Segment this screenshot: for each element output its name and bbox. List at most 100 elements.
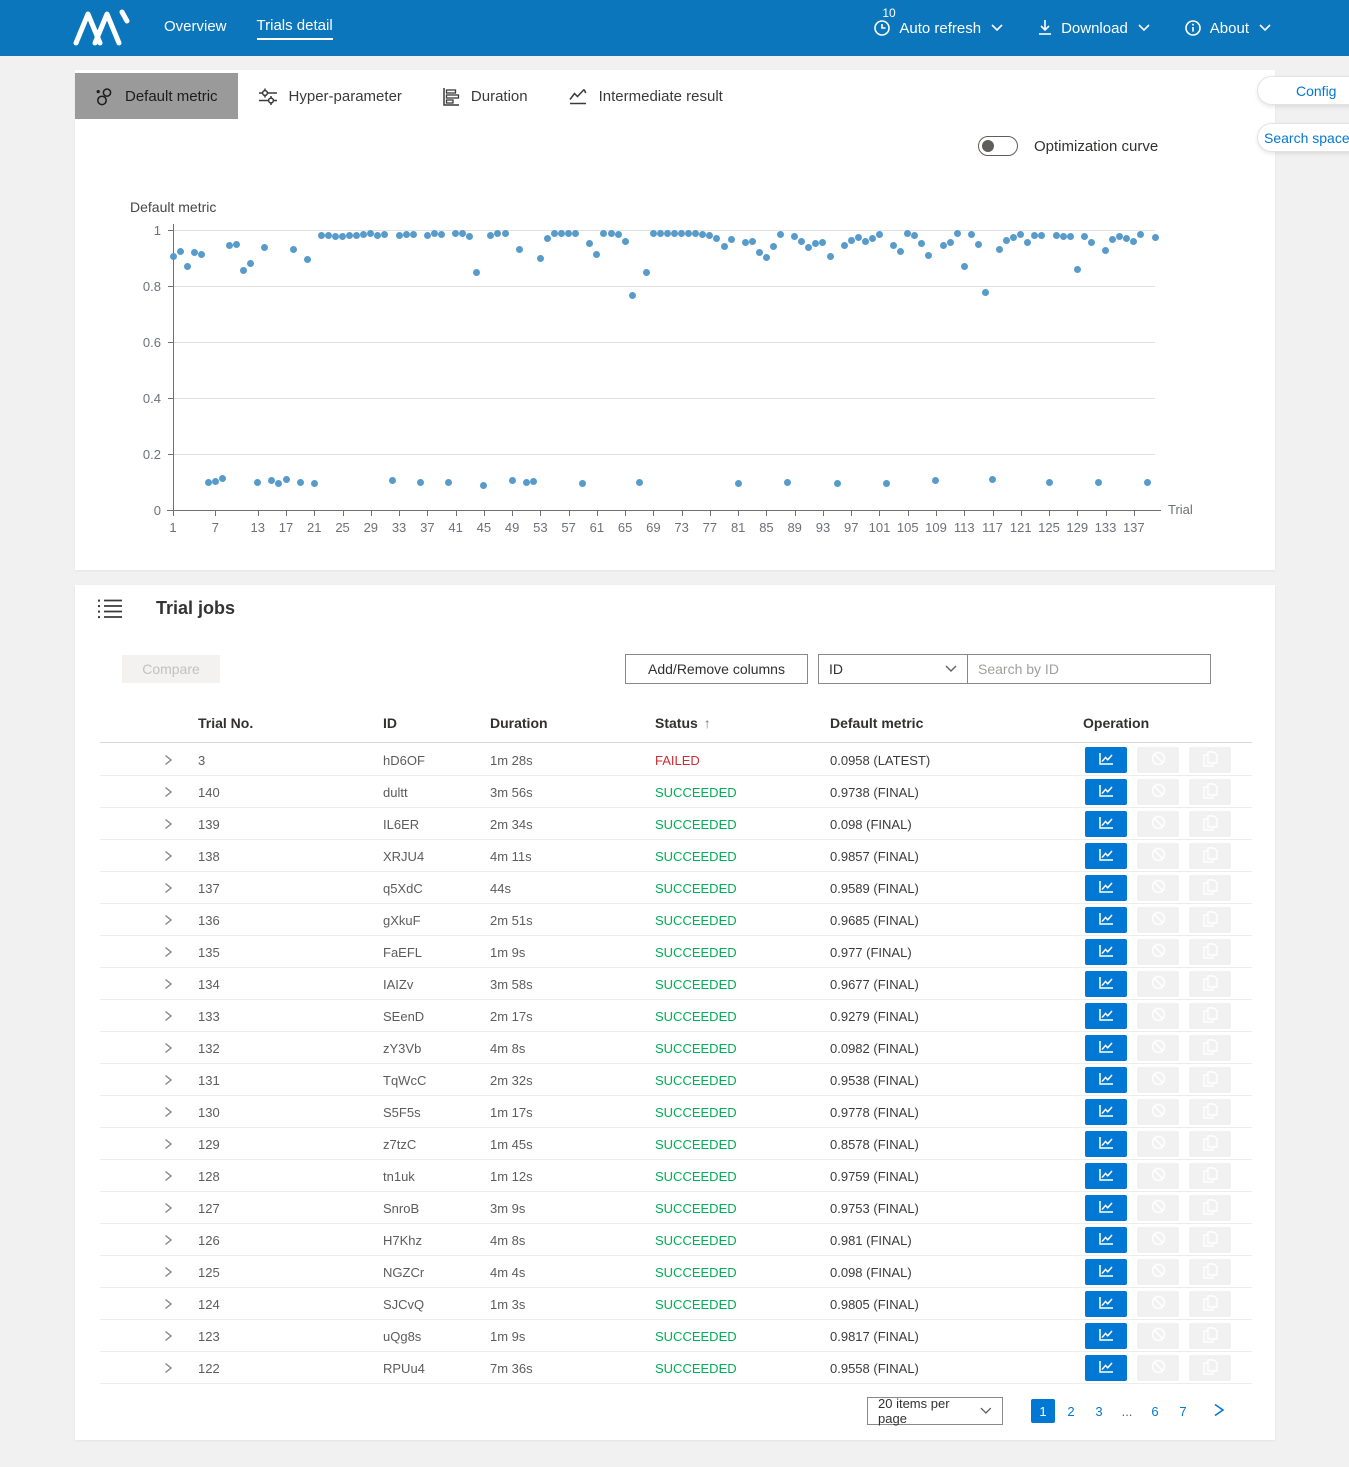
auto-refresh-menu[interactable]: 10 Auto refresh <box>873 19 1003 37</box>
copy-parameter-button[interactable] <box>1189 1163 1231 1189</box>
intermediate-result-button[interactable] <box>1085 1003 1127 1029</box>
copy-parameter-button[interactable] <box>1189 1035 1231 1061</box>
scatter-point[interactable] <box>233 241 240 248</box>
scatter-point[interactable] <box>509 477 516 484</box>
row-expand-icon[interactable] <box>163 882 173 897</box>
search-input[interactable] <box>967 654 1211 684</box>
scatter-point[interactable] <box>212 478 219 485</box>
scatter-point[interactable] <box>791 233 798 240</box>
download-menu[interactable]: Download <box>1037 19 1150 37</box>
scatter-point[interactable] <box>537 255 544 262</box>
scatter-point[interactable] <box>226 242 233 249</box>
scatter-point[interactable] <box>219 475 226 482</box>
scatter-point[interactable] <box>367 230 374 237</box>
scatter-point[interactable] <box>268 477 275 484</box>
scatter-point[interactable] <box>975 241 982 248</box>
kill-trial-button[interactable] <box>1137 779 1179 805</box>
intermediate-result-button[interactable] <box>1085 971 1127 997</box>
scatter-point[interactable] <box>1046 479 1053 486</box>
row-expand-icon[interactable] <box>163 786 173 801</box>
intermediate-result-button[interactable] <box>1085 1195 1127 1221</box>
scatter-point[interactable] <box>869 235 876 242</box>
kill-trial-button[interactable] <box>1137 1131 1179 1157</box>
copy-parameter-button[interactable] <box>1189 1259 1231 1285</box>
intermediate-result-button[interactable] <box>1085 875 1127 901</box>
copy-parameter-button[interactable] <box>1189 1355 1231 1381</box>
row-expand-icon[interactable] <box>163 1234 173 1249</box>
scatter-point[interactable] <box>1137 231 1144 238</box>
scatter-point[interactable] <box>1074 266 1081 273</box>
col-status[interactable]: Status↑ <box>655 715 711 731</box>
copy-parameter-button[interactable] <box>1189 811 1231 837</box>
kill-trial-button[interactable] <box>1137 811 1179 837</box>
scatter-point[interactable] <box>353 232 360 239</box>
row-expand-icon[interactable] <box>163 914 173 929</box>
scatter-point[interactable] <box>184 263 191 270</box>
scatter-point[interactable] <box>763 254 770 261</box>
scatter-point[interactable] <box>177 248 184 255</box>
copy-parameter-button[interactable] <box>1189 1195 1231 1221</box>
scatter-point[interactable] <box>1123 235 1130 242</box>
scatter-point[interactable] <box>1067 233 1074 240</box>
scatter-point[interactable] <box>819 239 826 246</box>
scatter-point[interactable] <box>784 479 791 486</box>
scatter-point[interactable] <box>318 232 325 239</box>
scatter-point[interactable] <box>332 233 339 240</box>
nav-trials-detail[interactable]: Trials detail <box>257 17 333 40</box>
scatter-point[interactable] <box>1060 233 1067 240</box>
scatter-point[interactable] <box>240 267 247 274</box>
scatter-point[interactable] <box>636 479 643 486</box>
compare-button[interactable]: Compare <box>122 655 220 683</box>
nav-overview[interactable]: Overview <box>164 18 227 39</box>
scatter-point[interactable] <box>706 232 713 239</box>
scatter-point[interactable] <box>770 243 777 250</box>
scatter-point[interactable] <box>502 230 509 237</box>
next-page-button[interactable] <box>1207 1399 1231 1423</box>
scatter-point[interactable] <box>721 243 728 250</box>
scatter-point[interactable] <box>685 230 692 237</box>
row-expand-icon[interactable] <box>163 1170 173 1185</box>
search-filter-dropdown[interactable]: ID <box>818 654 968 684</box>
scatter-point[interactable] <box>565 230 572 237</box>
copy-parameter-button[interactable] <box>1189 907 1231 933</box>
scatter-point[interactable] <box>431 230 438 237</box>
intermediate-result-button[interactable] <box>1085 1355 1127 1381</box>
kill-trial-button[interactable] <box>1137 1323 1179 1349</box>
scatter-point[interactable] <box>516 246 523 253</box>
kill-trial-button[interactable] <box>1137 875 1179 901</box>
scatter-point[interactable] <box>374 232 381 239</box>
intermediate-result-button[interactable] <box>1085 747 1127 773</box>
scatter-point[interactable] <box>1152 234 1159 241</box>
intermediate-result-button[interactable] <box>1085 939 1127 965</box>
row-expand-icon[interactable] <box>163 1042 173 1057</box>
scatter-point[interactable] <box>389 477 396 484</box>
scatter-point[interactable] <box>1109 236 1116 243</box>
page-button[interactable]: 3 <box>1087 1399 1111 1423</box>
page-button[interactable]: 1 <box>1031 1399 1055 1423</box>
scatter-point[interactable] <box>1130 238 1137 245</box>
scatter-point[interactable] <box>622 238 629 245</box>
scatter-point[interactable] <box>205 479 212 486</box>
scatter-point[interactable] <box>360 231 367 238</box>
scatter-point[interactable] <box>982 289 989 296</box>
scatter-point[interactable] <box>876 231 883 238</box>
intermediate-result-button[interactable] <box>1085 1067 1127 1093</box>
scatter-point[interactable] <box>678 230 685 237</box>
about-menu[interactable]: About <box>1184 19 1271 37</box>
scatter-point[interactable] <box>275 480 282 487</box>
intermediate-result-button[interactable] <box>1085 843 1127 869</box>
scatter-point[interactable] <box>1003 237 1010 244</box>
kill-trial-button[interactable] <box>1137 1035 1179 1061</box>
copy-parameter-button[interactable] <box>1189 939 1231 965</box>
scatter-point[interactable] <box>325 232 332 239</box>
scatter-point[interactable] <box>947 239 954 246</box>
search-space-button[interactable]: Search space <box>1257 123 1349 152</box>
scatter-point[interactable] <box>530 478 537 485</box>
scatter-point[interactable] <box>1031 232 1038 239</box>
scatter-point[interactable] <box>198 251 205 258</box>
scatter-point[interactable] <box>466 233 473 240</box>
row-expand-icon[interactable] <box>163 1330 173 1345</box>
intermediate-result-button[interactable] <box>1085 1099 1127 1125</box>
kill-trial-button[interactable] <box>1137 1259 1179 1285</box>
scatter-point[interactable] <box>417 479 424 486</box>
